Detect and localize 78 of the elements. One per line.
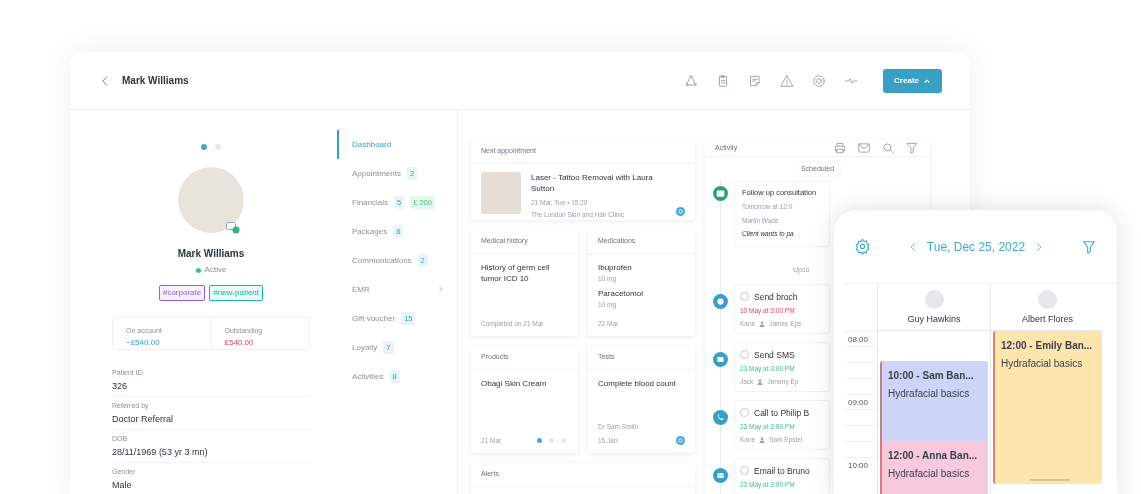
nav-label: Gift voucher [352,312,396,325]
photo-placeholder [481,172,521,214]
balance-value: −£540.00 [126,336,161,349]
appointment-block[interactable]: 12:00 - Emily Ban... Hydrafacial basics [993,331,1102,484]
phone-icon [713,409,728,425]
appointment-title: 12:00 - Anna Ban... [888,449,979,463]
search-icon [881,141,895,155]
nav-label: Dashboard [352,138,392,151]
avatar-placeholder [1038,290,1057,309]
create-button[interactable]: Create [883,68,942,93]
field-value: Male [112,479,133,492]
message-icon [713,351,728,367]
appointment-service: Hydrafacial basics [888,467,971,481]
appointment-service: Hydrafacial basics [888,387,971,401]
nav-label: EMR [352,283,370,296]
nav-label: Activities [352,370,384,383]
patient-title: Mark Williams [122,74,189,88]
settings-icon [854,238,871,255]
mail-button[interactable] [856,140,872,156]
email-icon [713,467,728,483]
appointment-service: Laser - Tattoo Removal with Laura Sutton [531,172,654,194]
print-icon [833,141,847,155]
staff-name: Guy Hawkins [907,313,961,326]
search-button[interactable] [880,140,896,156]
card-check-icon [226,222,240,234]
status-label: Active [204,264,227,276]
warning-button[interactable] [779,72,796,89]
target-icon [812,73,827,88]
field-value: Doctor Referral [112,413,175,426]
product-name: Obagi Skin Cream [481,377,548,390]
filter-icon [905,141,919,155]
chevron-icon [436,285,445,294]
info-badge-icon [676,436,685,446]
filter-icon [1081,238,1097,255]
task-title: Call to Philip B [754,406,810,420]
nav-label: Appointments [352,167,401,180]
medication-name: Ibuprofen [598,261,633,274]
nav-label: Loyalty [352,341,378,354]
avatar-placeholder [924,290,944,309]
time-label: 09:00 [848,397,869,409]
nav-item[interactable]: Dashboard [337,130,457,159]
target-button[interactable] [811,72,828,89]
nav-label: Financials [352,196,388,209]
appointment-title: 10:00 - Sam Ban... [888,369,975,383]
person-icon [759,436,766,443]
tag: #corporate [158,285,206,301]
appointment-service: Hydrafacial basics [1001,357,1084,371]
task-title: Email to Bruno [754,464,810,478]
person-icon [759,320,766,327]
staff-name: Albert Flores [1022,313,1073,326]
medication-name: Paracetomol [598,288,644,301]
field-value: 28/11/1969 (53 yr 3 mn) [112,446,209,459]
nav-item[interactable]: EMR [337,275,457,304]
field-value: 326 [112,380,129,393]
time-label: 10:00 [848,460,869,472]
nav-label: Packages [352,225,388,238]
mail-icon [857,141,871,155]
calendar-date: Tue, Dec 25, 2022 [926,238,1026,256]
appointment-title: 12:00 - Emily Ban... [1001,339,1094,353]
history-entry: History of germ cell tumor ICD 10 [481,261,551,284]
tag: #new-patient [209,285,264,301]
info-badge-icon [676,206,685,216]
settings-button[interactable] [854,238,871,255]
task-title: Send broch [754,290,798,304]
test-name: Complete blood count [598,377,677,390]
balance-value: £540.00 [224,336,255,349]
print-button[interactable] [832,140,848,156]
appointment-block[interactable]: 12:00 - Anna Ban... Hydrafacial basics [880,441,988,494]
filter-button[interactable] [1081,238,1097,255]
patient-name: Mark Williams [177,247,245,261]
task-title: Send SMS [754,348,795,362]
person-icon [757,378,764,385]
note-icon [748,73,763,88]
calendar-icon [713,185,728,201]
time-label: 08:00 [848,334,869,346]
warning-icon [780,73,795,88]
nav-label: Communications [352,254,412,267]
filter-button[interactable] [904,140,920,156]
